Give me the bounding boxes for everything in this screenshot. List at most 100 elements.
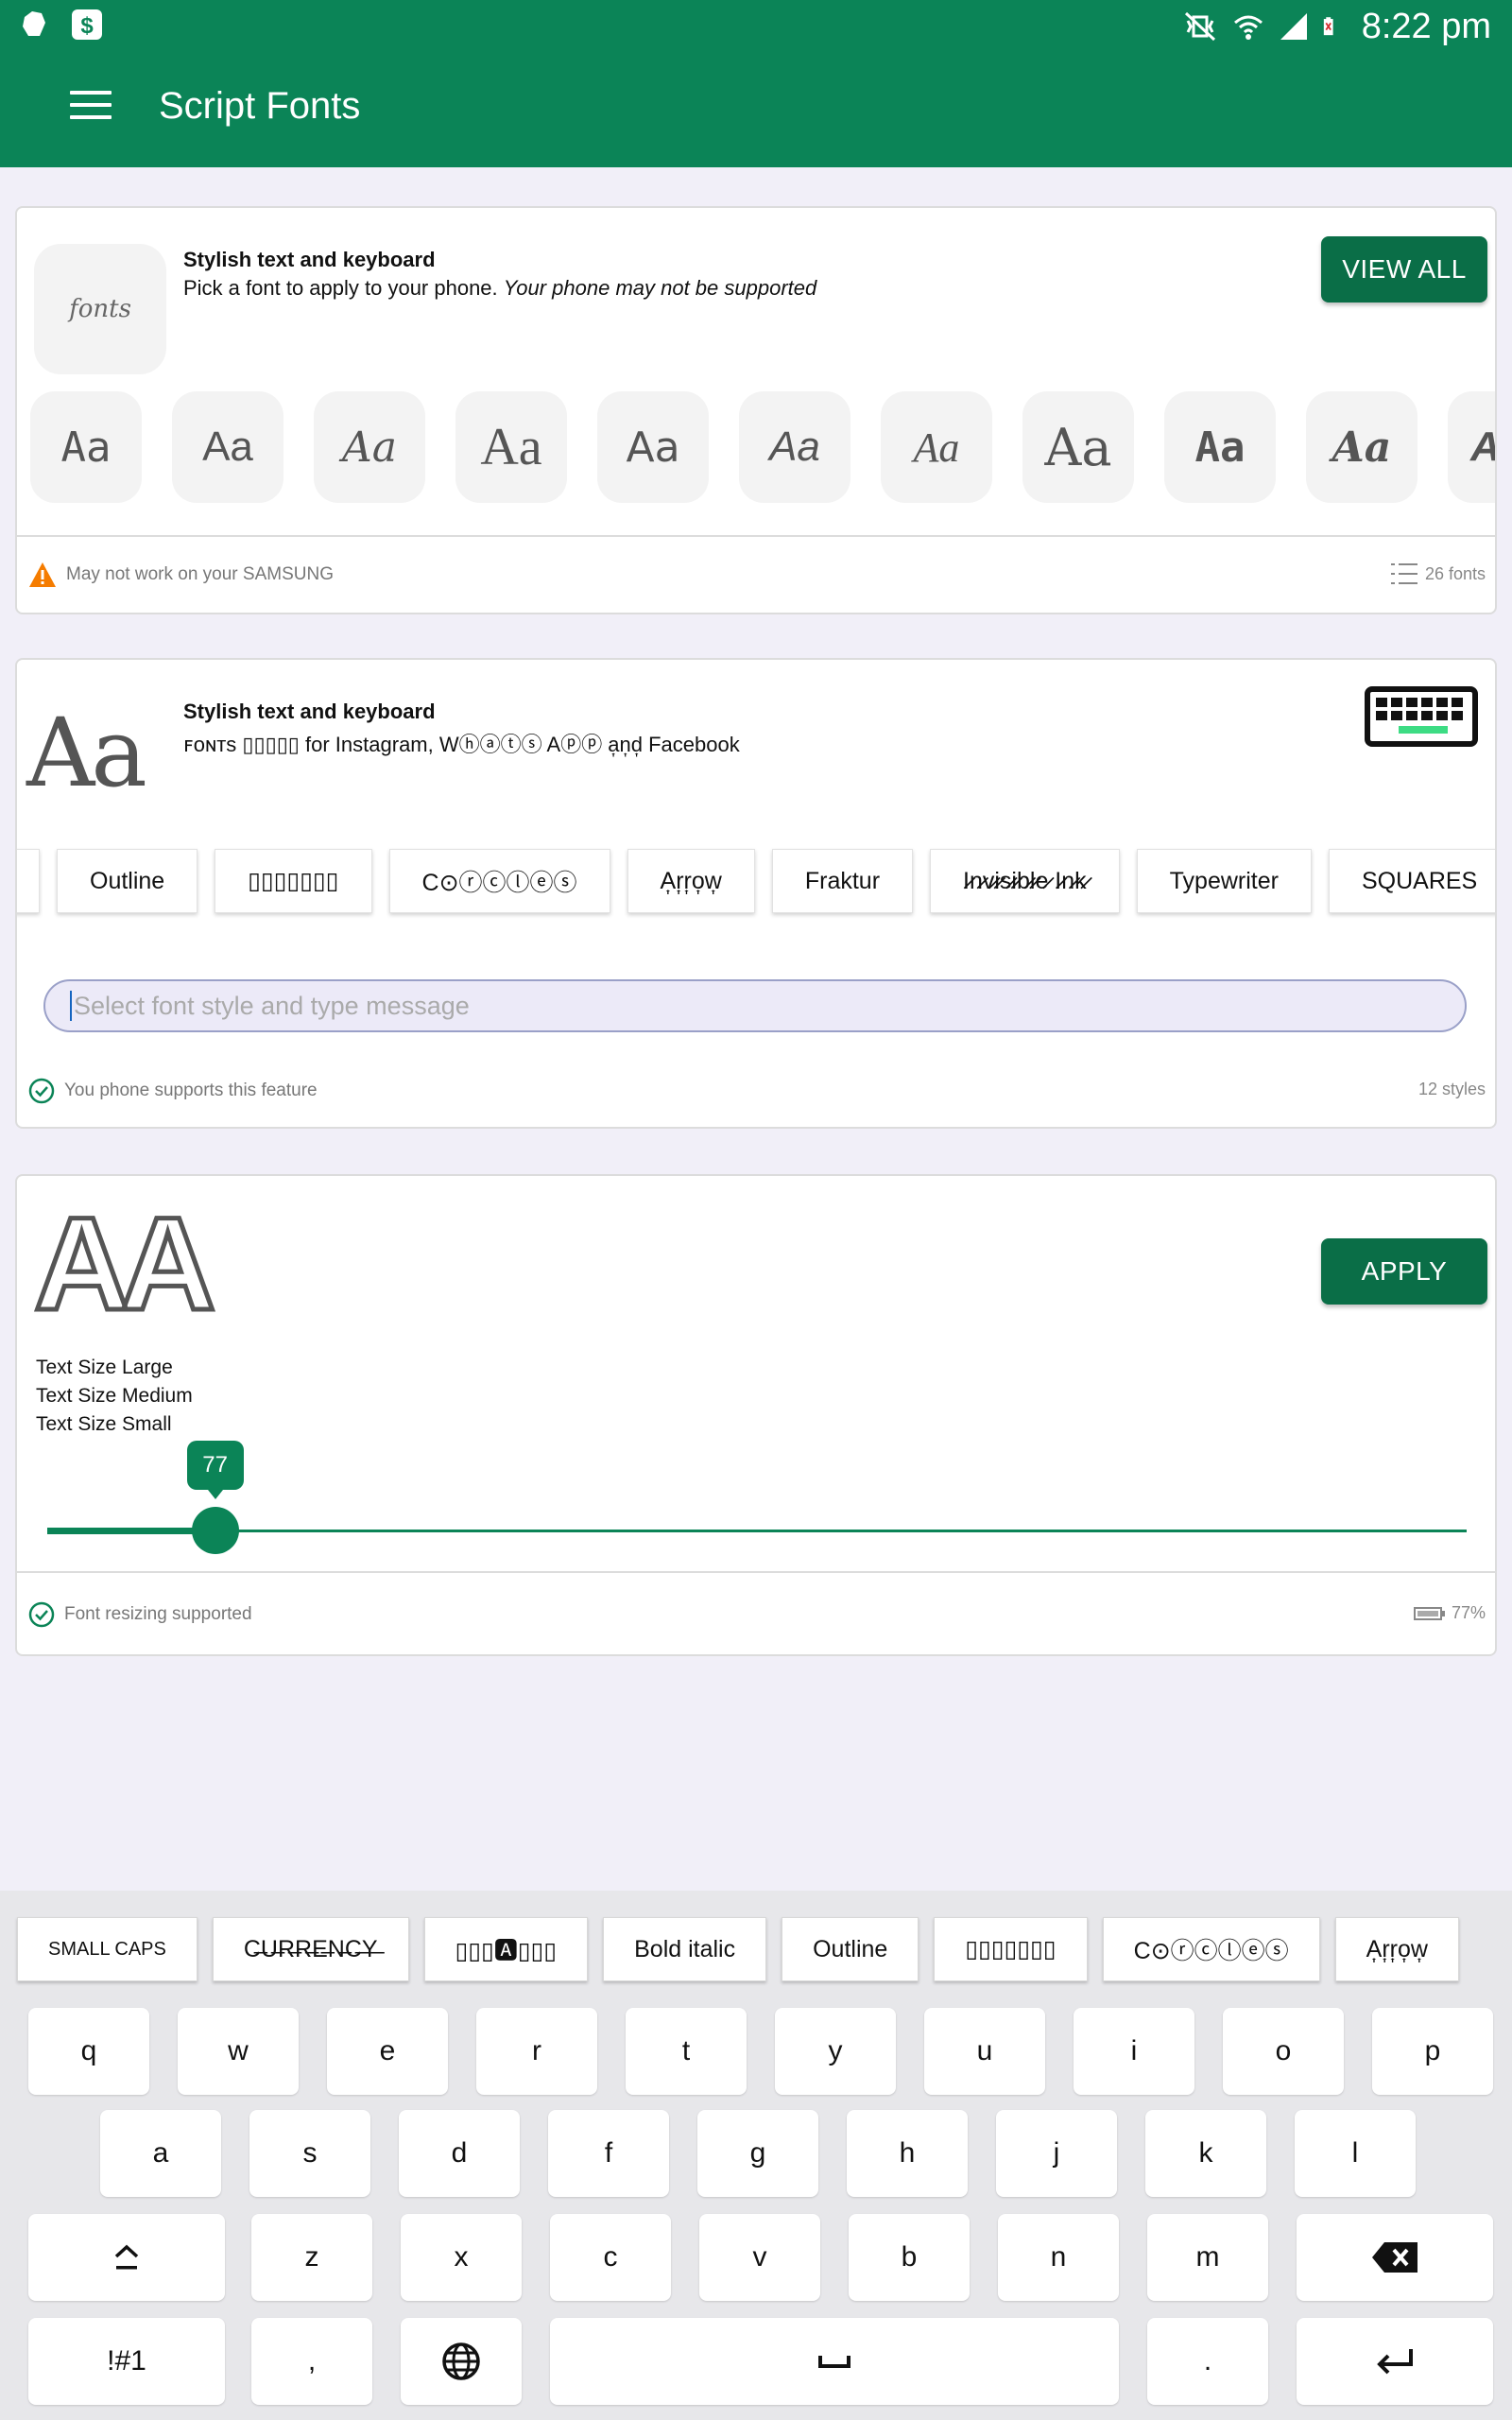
space-key[interactable]: [550, 2318, 1119, 2405]
backspace-key[interactable]: [1297, 2214, 1493, 2301]
text-caret: [70, 991, 72, 1021]
styles-count: 12 styles: [1418, 1080, 1486, 1098]
battery-level-icon: [1413, 1606, 1445, 1620]
style-chip[interactable]: Fraktur: [771, 849, 914, 913]
vibrate-mute-icon: [1184, 11, 1215, 42]
keyboard: SMALL CAPS C̶U̶R̶R̶E̶N̶C̶Y̶ ▯▯▯🅰▯▯▯ Bold…: [0, 1891, 1512, 2420]
space-icon: [818, 2356, 850, 2368]
comma-key[interactable]: ,: [251, 2318, 372, 2405]
font-sample[interactable]: Aa: [597, 391, 709, 503]
style-chip-partial[interactable]: [17, 849, 40, 913]
style-chip[interactable]: SQUARES: [1328, 849, 1495, 913]
unsupported-note: Your phone may not be supported: [503, 276, 817, 300]
key-y[interactable]: y: [775, 2008, 896, 2095]
key-j[interactable]: j: [996, 2110, 1117, 2197]
svg-text:$: $: [80, 13, 94, 39]
style-chip[interactable]: ▯▯▯▯▯▯▯: [215, 849, 372, 913]
styles-card: Aa Stylish text and keyboard ꜰᴏɴᴛs ▯▯▯▯▯…: [15, 658, 1497, 1129]
font-samples-row: Aa Aa Aa Aa Aa Aa Aa Aa Aa Aa A: [30, 391, 1495, 503]
key-r[interactable]: r: [476, 2008, 597, 2095]
style-chips-row: Outline ▯▯▯▯▯▯▯ C⊙ⓡⓒⓛⓔⓢ A͎r͎r͎o͎w͎ Frakt…: [17, 849, 1495, 913]
keyboard-style-chip[interactable]: ▯▯▯▯▯▯▯: [934, 1917, 1088, 1981]
wifi-icon: [1233, 15, 1263, 40]
keyboard-icon[interactable]: [1365, 686, 1478, 747]
key-u[interactable]: u: [924, 2008, 1045, 2095]
size-percent: 77%: [1413, 1603, 1486, 1623]
key-t[interactable]: t: [626, 2008, 747, 2095]
size-slider-track[interactable]: [47, 1530, 1467, 1532]
keyboard-style-chip[interactable]: SMALL CAPS: [17, 1917, 198, 1981]
fonts-card: fonts Stylish text and keyboard Pick a f…: [15, 206, 1497, 614]
key-f[interactable]: f: [548, 2110, 669, 2197]
size-option-small[interactable]: Text Size Small: [36, 1410, 193, 1439]
key-p[interactable]: p: [1372, 2008, 1493, 2095]
key-h[interactable]: h: [847, 2110, 968, 2197]
font-sample[interactable]: Aa: [455, 391, 567, 503]
keyboard-style-chip[interactable]: Outline: [782, 1917, 919, 1981]
apply-button[interactable]: APPLY: [1321, 1238, 1487, 1305]
keyboard-style-chip[interactable]: A͎r͎r͎o͎w͎: [1334, 1917, 1459, 1981]
key-e[interactable]: e: [327, 2008, 448, 2095]
style-chip[interactable]: C⊙ⓡⓒⓛⓔⓢ: [388, 849, 610, 913]
font-sample[interactable]: Aa: [1306, 391, 1418, 503]
shift-key[interactable]: [28, 2214, 225, 2301]
font-sample[interactable]: Aa: [30, 391, 142, 503]
style-chip[interactable]: Outline: [57, 849, 198, 913]
key-l[interactable]: l: [1295, 2110, 1416, 2197]
key-k[interactable]: k: [1145, 2110, 1266, 2197]
text-size-card: AA APPLY Text Size Large Text Size Mediu…: [15, 1174, 1497, 1656]
divider: [17, 1571, 1495, 1573]
style-chip[interactable]: A͎r͎r͎o͎w͎: [627, 849, 755, 913]
style-chip[interactable]: Typewriter: [1136, 849, 1312, 913]
key-z[interactable]: z: [251, 2214, 372, 2301]
key-o[interactable]: o: [1223, 2008, 1344, 2095]
key-c[interactable]: c: [550, 2214, 671, 2301]
check-circle-icon: [28, 1601, 55, 1628]
symbols-key[interactable]: !#1: [28, 2318, 225, 2405]
status-time: 8:22 pm: [1361, 6, 1491, 46]
key-i[interactable]: i: [1074, 2008, 1194, 2095]
font-sample[interactable]: Aa: [314, 391, 425, 503]
enter-key[interactable]: [1297, 2318, 1493, 2405]
globe-key[interactable]: [401, 2318, 522, 2405]
keyboard-style-chip[interactable]: C⊙ⓡⓒⓛⓔⓢ: [1102, 1917, 1320, 1981]
size-option-large[interactable]: Text Size Large: [36, 1354, 193, 1382]
key-q[interactable]: q: [28, 2008, 149, 2095]
check-circle-icon: [28, 1078, 55, 1104]
font-sample[interactable]: Aa: [739, 391, 850, 503]
keyboard-style-chip[interactable]: Bold italic: [603, 1917, 767, 1981]
styles-support: You phone supports this feature: [28, 1078, 318, 1104]
dollar-app-icon: $: [72, 9, 102, 40]
style-chip[interactable]: I̷n̷v̷i̷s̷i̷b̷l̷e̷ I̷n̷k̷: [930, 849, 1120, 913]
message-input[interactable]: Select font style and type message: [43, 979, 1467, 1032]
font-sample[interactable]: Aa: [1022, 391, 1134, 503]
size-option-medium[interactable]: Text Size Medium: [36, 1382, 193, 1410]
font-sample[interactable]: Aa: [881, 391, 992, 503]
font-sample[interactable]: A: [1448, 391, 1495, 503]
key-m[interactable]: m: [1147, 2214, 1268, 2301]
font-sample[interactable]: Aa: [172, 391, 284, 503]
shift-icon: [114, 2244, 139, 2270]
key-w[interactable]: w: [178, 2008, 299, 2095]
key-x[interactable]: x: [401, 2214, 522, 2301]
key-g[interactable]: g: [697, 2110, 818, 2197]
keyboard-style-chip[interactable]: ▯▯▯🅰▯▯▯: [423, 1917, 589, 1981]
key-s[interactable]: s: [249, 2110, 370, 2197]
signal-icon: [1280, 13, 1307, 40]
key-b[interactable]: b: [849, 2214, 970, 2301]
backspace-icon: [1372, 2242, 1418, 2273]
size-sample: AA: [31, 1187, 217, 1340]
font-sample[interactable]: Aa: [1164, 391, 1276, 503]
key-a[interactable]: a: [100, 2110, 221, 2197]
period-key[interactable]: .: [1147, 2318, 1268, 2405]
key-v[interactable]: v: [699, 2214, 820, 2301]
menu-button[interactable]: [70, 91, 112, 129]
styles-card-subtitle: ꜰᴏɴᴛs ▯▯▯▯▯ for Instagram, Wⓗⓐⓣⓢ Aⓟⓟ a͎n…: [183, 733, 740, 756]
keyboard-style-chip[interactable]: C̶U̶R̶R̶E̶N̶C̶Y̶: [212, 1917, 409, 1981]
key-d[interactable]: d: [399, 2110, 520, 2197]
size-slider-thumb[interactable]: [191, 1507, 239, 1554]
warning-icon: [29, 562, 56, 587]
key-n[interactable]: n: [998, 2214, 1119, 2301]
fonts-card-subtitle: Pick a font to apply to your phone. Your…: [183, 276, 817, 300]
view-all-button[interactable]: VIEW ALL: [1321, 236, 1487, 302]
